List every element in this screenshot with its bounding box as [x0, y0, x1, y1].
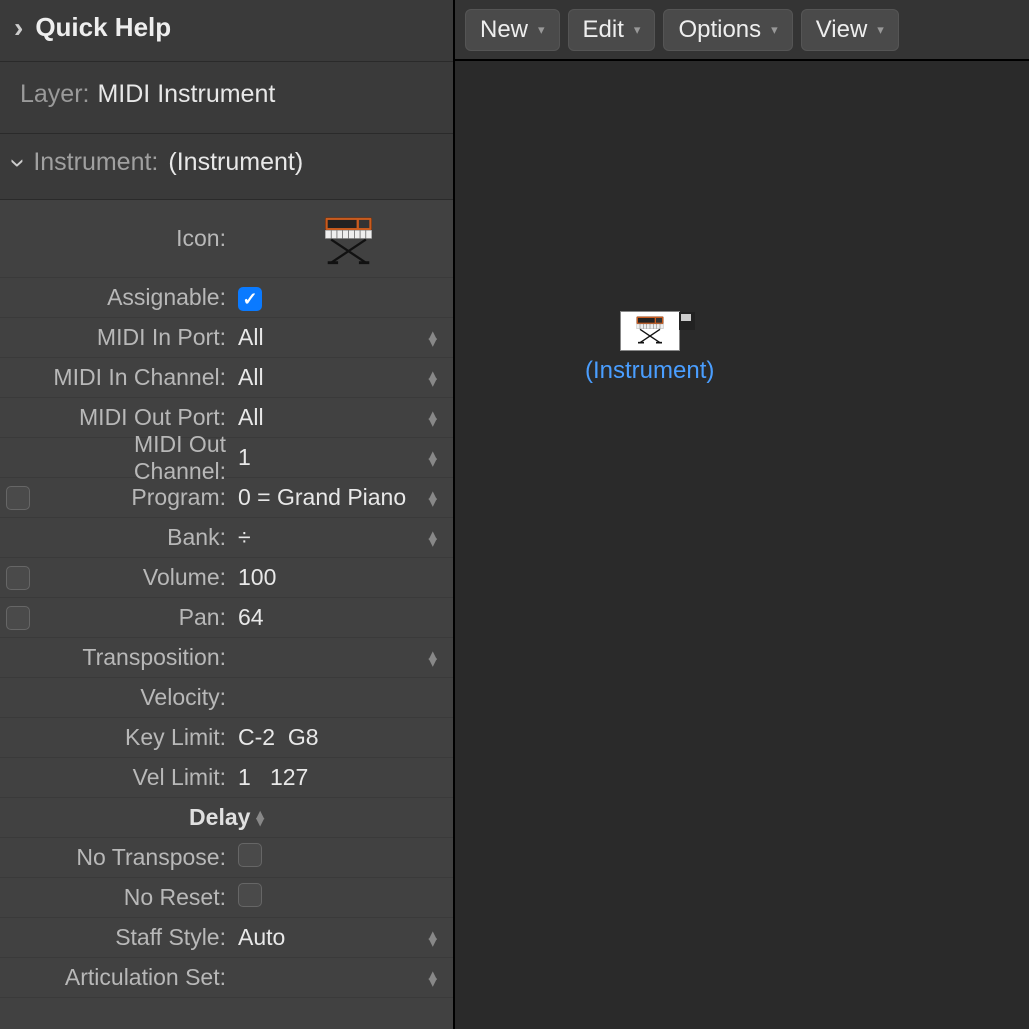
- node-label: (Instrument): [585, 357, 714, 385]
- stepper-icon[interactable]: ▴▾: [428, 491, 437, 505]
- stepper-icon[interactable]: ▴▾: [428, 411, 437, 425]
- transposition-label: Transposition:: [36, 644, 230, 671]
- instrument-node[interactable]: (Instrument): [585, 311, 714, 385]
- params-list: Icon: Assignable: MIDI In Port: All ▴▾ M…: [0, 200, 453, 1029]
- param-midi-out-channel[interactable]: MIDI Out Channel: 1 ▴▾: [0, 438, 453, 478]
- program-value: 0 = Grand Piano: [230, 484, 453, 511]
- layer-label: Layer:: [20, 80, 89, 109]
- no-transpose-checkbox[interactable]: [238, 843, 262, 867]
- param-icon-label: Icon:: [36, 225, 230, 252]
- param-midi-in-port[interactable]: MIDI In Port: All ▴▾: [0, 318, 453, 358]
- pan-label: Pan:: [36, 604, 230, 631]
- key-limit-label: Key Limit:: [36, 724, 230, 751]
- menu-options[interactable]: Options ▾: [663, 9, 792, 51]
- stepper-icon[interactable]: ▴▾: [428, 451, 437, 465]
- param-no-transpose[interactable]: No Transpose:: [0, 838, 453, 878]
- inspector-panel: › Quick Help Layer: MIDI Instrument › In…: [0, 0, 455, 1029]
- articulation-set-label: Articulation Set:: [36, 964, 230, 991]
- param-articulation-set[interactable]: Articulation Set: ▴▾: [0, 958, 453, 998]
- stepper-icon[interactable]: ▴▾: [256, 811, 264, 825]
- param-icon[interactable]: Icon:: [0, 200, 453, 278]
- param-volume[interactable]: Volume: 100: [0, 558, 453, 598]
- delay-label: Delay: [189, 804, 250, 831]
- node-flag-icon: [679, 312, 695, 330]
- program-label: Program:: [36, 484, 230, 511]
- layer-value: MIDI Instrument: [97, 80, 275, 109]
- instrument-value: (Instrument): [168, 148, 303, 177]
- stepper-icon[interactable]: ▴▾: [428, 531, 437, 545]
- vel-limit-value: 1 127: [230, 764, 453, 791]
- param-staff-style[interactable]: Staff Style: Auto ▴▾: [0, 918, 453, 958]
- vel-limit-label: Vel Limit:: [36, 764, 230, 791]
- midi-out-port-value: All: [230, 404, 453, 431]
- param-bank[interactable]: Bank: ÷ ▴▾: [0, 518, 453, 558]
- menu-view[interactable]: View ▾: [801, 9, 899, 51]
- synth-icon: [627, 314, 673, 349]
- no-transpose-label: No Transpose:: [36, 844, 230, 871]
- menubar: New ▾ Edit ▾ Options ▾ View ▾: [455, 0, 1029, 61]
- midi-out-port-label: MIDI Out Port:: [36, 404, 230, 431]
- quick-help-title: Quick Help: [35, 12, 171, 43]
- param-midi-in-channel[interactable]: MIDI In Channel: All ▴▾: [0, 358, 453, 398]
- midi-out-channel-label: MIDI Out Channel:: [36, 431, 230, 485]
- synth-icon: [236, 213, 453, 265]
- pan-checkbox[interactable]: [6, 606, 30, 630]
- node-icon-box: [620, 311, 680, 351]
- stepper-icon[interactable]: ▴▾: [428, 971, 437, 985]
- volume-value: 100: [230, 564, 453, 591]
- stepper-icon[interactable]: ▴▾: [428, 931, 437, 945]
- menu-edit[interactable]: Edit ▾: [568, 9, 656, 51]
- staff-style-value: Auto: [230, 924, 453, 951]
- bank-label: Bank:: [36, 524, 230, 551]
- assignable-label: Assignable:: [36, 284, 230, 311]
- midi-in-channel-label: MIDI In Channel:: [36, 364, 230, 391]
- menu-edit-label: Edit: [583, 16, 624, 44]
- chevron-right-icon: ›: [14, 14, 23, 42]
- midi-in-port-label: MIDI In Port:: [36, 324, 230, 351]
- param-transposition[interactable]: Transposition: ▴▾: [0, 638, 453, 678]
- midi-in-channel-value: All: [230, 364, 453, 391]
- environment-panel: New ▾ Edit ▾ Options ▾ View ▾ (Instrumen…: [455, 0, 1029, 1029]
- chevron-down-icon: ▾: [771, 22, 778, 38]
- stepper-icon[interactable]: ▴▾: [428, 651, 437, 665]
- menu-new-label: New: [480, 16, 528, 44]
- param-pan[interactable]: Pan: 64: [0, 598, 453, 638]
- midi-out-channel-value: 1: [230, 444, 453, 471]
- instrument-row[interactable]: › Instrument: (Instrument): [0, 134, 453, 200]
- param-delay[interactable]: Delay ▴▾: [0, 798, 453, 838]
- no-reset-label: No Reset:: [36, 884, 230, 911]
- menu-options-label: Options: [678, 16, 761, 44]
- instrument-label: Instrument:: [33, 148, 158, 177]
- bank-value: ÷: [230, 524, 453, 551]
- quick-help-header[interactable]: › Quick Help: [0, 0, 453, 62]
- staff-style-label: Staff Style:: [36, 924, 230, 951]
- param-key-limit[interactable]: Key Limit: C-2 G8: [0, 718, 453, 758]
- volume-label: Volume:: [36, 564, 230, 591]
- layer-row[interactable]: Layer: MIDI Instrument: [0, 62, 453, 134]
- param-no-reset[interactable]: No Reset:: [0, 878, 453, 918]
- chevron-down-icon: ▾: [877, 22, 884, 38]
- program-checkbox[interactable]: [6, 486, 30, 510]
- param-velocity[interactable]: Velocity:: [0, 678, 453, 718]
- no-reset-checkbox[interactable]: [238, 883, 262, 907]
- param-assignable[interactable]: Assignable:: [0, 278, 453, 318]
- param-vel-limit[interactable]: Vel Limit: 1 127: [0, 758, 453, 798]
- key-limit-value: C-2 G8: [230, 724, 453, 751]
- assignable-checkbox[interactable]: [238, 287, 262, 311]
- chevron-down-icon: ›: [5, 158, 33, 167]
- stepper-icon[interactable]: ▴▾: [428, 371, 437, 385]
- param-program[interactable]: Program: 0 = Grand Piano ▴▾: [0, 478, 453, 518]
- volume-checkbox[interactable]: [6, 566, 30, 590]
- pan-value: 64: [230, 604, 453, 631]
- environment-canvas[interactable]: (Instrument): [455, 61, 1029, 1029]
- menu-view-label: View: [816, 16, 868, 44]
- chevron-down-icon: ▾: [634, 22, 641, 38]
- stepper-icon[interactable]: ▴▾: [428, 331, 437, 345]
- menu-new[interactable]: New ▾: [465, 9, 560, 51]
- midi-in-port-value: All: [230, 324, 453, 351]
- chevron-down-icon: ▾: [538, 22, 545, 38]
- velocity-label: Velocity:: [36, 684, 230, 711]
